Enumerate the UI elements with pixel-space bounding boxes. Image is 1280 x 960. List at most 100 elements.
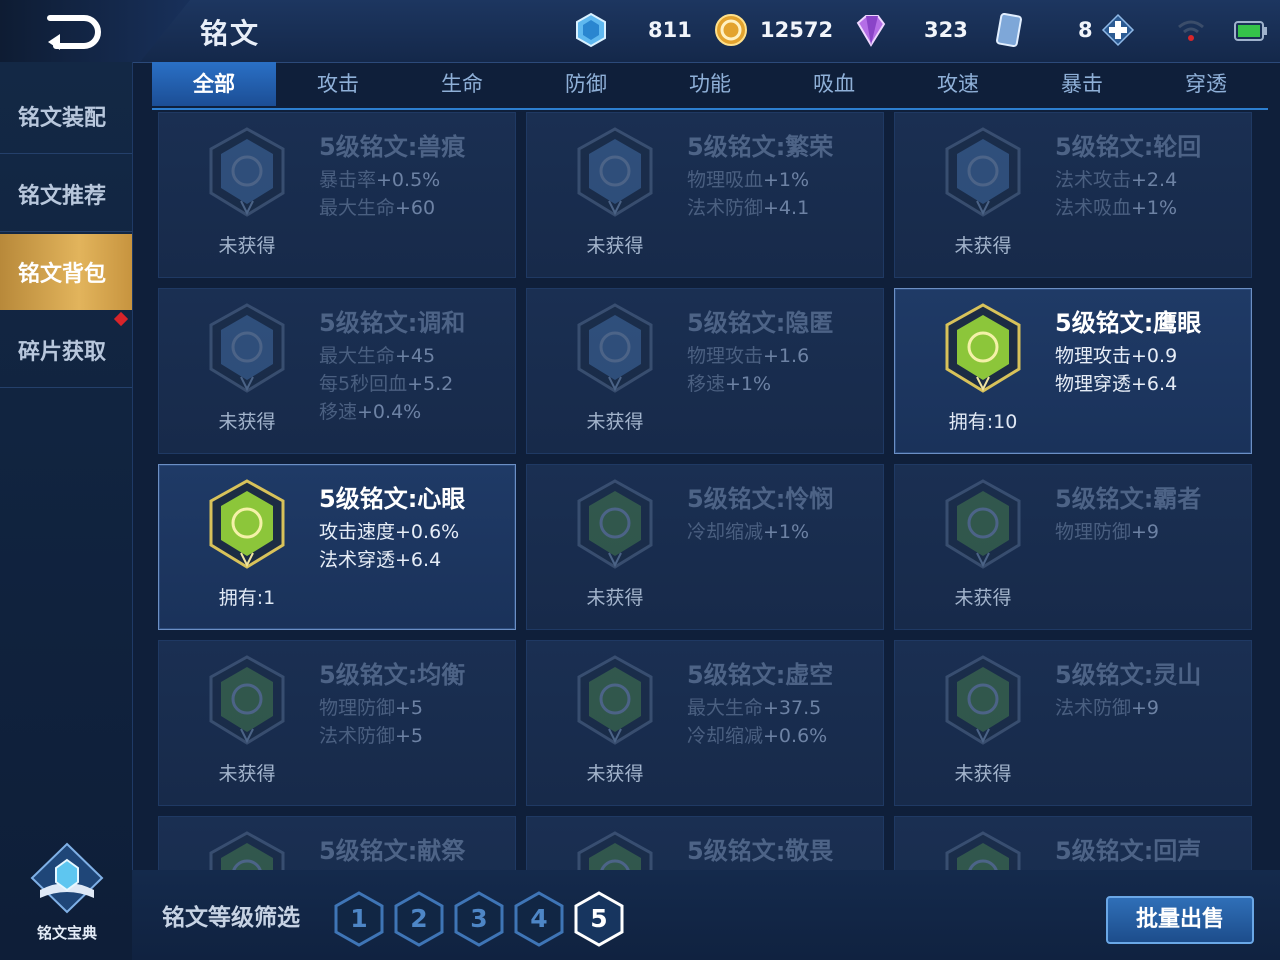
- stat-value: +0.6%: [395, 521, 460, 543]
- stat-value: +0.5%: [376, 169, 441, 191]
- ownership-status: 未获得: [586, 235, 644, 257]
- stat-value: +37.5: [763, 697, 822, 719]
- inscription-name: 5级铭文:繁荣: [687, 133, 834, 161]
- inscription-card[interactable]: 5级铭文:敬畏: [526, 816, 884, 870]
- inscription-card[interactable]: 未获得 5级铭文:灵山 法术防御+9: [894, 640, 1252, 806]
- ownership-status: 拥有:10: [948, 411, 1018, 433]
- inscription-stat: 法术防御+4.1: [687, 193, 809, 220]
- inscription-stat: 每5秒回血+5.2: [319, 369, 453, 396]
- stat-name: 法术穿透: [319, 549, 396, 571]
- sidebar-item-label: 铭文推荐: [18, 183, 107, 209]
- level-filter-2[interactable]: 2: [392, 890, 446, 948]
- ownership-status: 拥有:1: [218, 587, 276, 609]
- inscription-stat: 冷却缩减+1%: [687, 517, 809, 544]
- inscription-card[interactable]: 未获得 5级铭文:兽痕 暴击率+0.5% 最大生命+60: [158, 112, 516, 278]
- inscription-emblem-icon: [577, 655, 653, 745]
- inscription-card[interactable]: 未获得 5级铭文:虚空 最大生命+37.5 冷却缩减+0.6%: [526, 640, 884, 806]
- stat-name: 法术攻击: [1055, 169, 1132, 191]
- stat-value: +1.6: [763, 345, 810, 367]
- stat-value: +1%: [725, 373, 772, 395]
- inscription-name: 5级铭文:献祭: [319, 837, 466, 865]
- inscription-stat: 冷却缩减+0.6%: [687, 721, 827, 748]
- inscription-name: 5级铭文:敬畏: [687, 837, 834, 865]
- inscription-card[interactable]: 未获得 5级铭文:轮回 法术攻击+2.4 法术吸血+1%: [894, 112, 1252, 278]
- inscription-card[interactable]: 未获得 5级铭文:隐匿 物理攻击+1.6 移速+1%: [526, 288, 884, 454]
- crystal-count: 323: [924, 18, 968, 42]
- level-filter-4[interactable]: 4: [512, 890, 566, 948]
- inscription-emblem-icon: [577, 303, 653, 393]
- inscription-card[interactable]: 未获得 5级铭文:调和 最大生命+45 每5秒回血+5.2 移速+0.4%: [158, 288, 516, 454]
- level-number: 2: [410, 904, 428, 933]
- level-filter-3[interactable]: 3: [452, 890, 506, 948]
- tab-critical[interactable]: 暴击: [1020, 62, 1144, 106]
- inscription-stat: 最大生命+45: [319, 341, 435, 368]
- tab-attack-speed[interactable]: 攻速: [896, 62, 1020, 106]
- inscription-emblem-icon: [209, 303, 285, 393]
- inscription-name: 5级铭文:鹰眼: [1055, 309, 1202, 337]
- ownership-status: 未获得: [218, 411, 276, 433]
- inscription-card[interactable]: 5级铭文:回声: [894, 816, 1252, 870]
- back-button[interactable]: [44, 12, 104, 52]
- stat-value: +45: [395, 345, 436, 367]
- gold-resource: 12572: [714, 12, 833, 48]
- level-number: 3: [470, 904, 488, 933]
- inscription-card[interactable]: 未获得 5级铭文:霸者 物理防御+9: [894, 464, 1252, 630]
- stat-value: +0.6%: [763, 725, 828, 747]
- inscription-card[interactable]: 5级铭文:献祭: [158, 816, 516, 870]
- stat-value: +5.2: [407, 373, 454, 395]
- ownership-status: 未获得: [218, 235, 276, 257]
- stat-name: 冷却缩减: [687, 725, 764, 747]
- inscription-emblem-icon: [945, 303, 1021, 393]
- stat-name: 物理防御: [319, 697, 396, 719]
- stat-value: +6.4: [1131, 373, 1178, 395]
- stat-value: +9: [1131, 697, 1160, 719]
- wifi-icon: [1178, 20, 1204, 41]
- bottom-bar: 铭文等级筛选 1 2 3 4 5 批量出售: [132, 870, 1280, 960]
- page-title: 铭文: [200, 17, 261, 50]
- sidebar-item-backpack[interactable]: 铭文背包: [0, 234, 132, 310]
- inscription-card[interactable]: 未获得 5级铭文:均衡 物理防御+5 法术防御+5: [158, 640, 516, 806]
- inscription-emblem-icon: [209, 831, 285, 870]
- level-filter-5[interactable]: 5: [572, 890, 626, 948]
- inscription-stat: 物理穿透+6.4: [1055, 369, 1177, 396]
- stat-value: +5: [395, 725, 424, 747]
- tab-penetration[interactable]: 穿透: [1144, 62, 1268, 106]
- inscription-card[interactable]: 未获得 5级铭文:繁荣 物理吸血+1% 法术防御+4.1: [526, 112, 884, 278]
- inscription-stat: 物理攻击+1.6: [687, 341, 809, 368]
- tab-attack[interactable]: 攻击: [276, 62, 400, 106]
- inscription-stat: 法术防御+9: [1055, 693, 1159, 720]
- stat-name: 法术防御: [687, 197, 764, 219]
- ownership-status: 未获得: [586, 411, 644, 433]
- inscription-emblem-icon: [209, 655, 285, 745]
- tab-defense[interactable]: 防御: [524, 62, 648, 106]
- inscription-card[interactable]: 拥有:1 5级铭文:心眼 攻击速度+0.6% 法术穿透+6.4: [158, 464, 516, 630]
- tab-utility[interactable]: 功能: [648, 62, 772, 106]
- stat-name: 物理吸血: [687, 169, 764, 191]
- stat-value: +0.4%: [357, 401, 422, 423]
- tab-all[interactable]: 全部: [152, 62, 276, 106]
- sidebar-item-fragments[interactable]: 碎片获取: [0, 312, 132, 388]
- tab-health[interactable]: 生命: [400, 62, 524, 106]
- level-number: 4: [530, 904, 548, 933]
- inscription-emblem-icon: [945, 655, 1021, 745]
- ownership-status: 未获得: [954, 763, 1012, 785]
- ownership-status: 未获得: [954, 235, 1012, 257]
- codex-button[interactable]: 铭文宝典: [24, 838, 110, 943]
- inscription-card[interactable]: 拥有:10 5级铭文:鹰眼 物理攻击+0.9 物理穿透+6.4: [894, 288, 1252, 454]
- inscription-stat: 移速+0.4%: [319, 397, 421, 424]
- bulk-sell-button[interactable]: 批量出售: [1106, 896, 1254, 944]
- stat-name: 最大生命: [319, 345, 396, 367]
- stat-name: 物理防御: [1055, 521, 1132, 543]
- sidebar-item-recommend[interactable]: 铭文推荐: [0, 156, 132, 232]
- sidebar-item-equip[interactable]: 铭文装配: [0, 78, 132, 154]
- stat-value: +60: [395, 197, 436, 219]
- level-filter-1[interactable]: 1: [332, 890, 386, 948]
- sidebar-item-label: 铭文装配: [18, 105, 107, 131]
- tab-lifesteal[interactable]: 吸血: [772, 62, 896, 106]
- inscription-card[interactable]: 未获得 5级铭文:怜悯 冷却缩减+1%: [526, 464, 884, 630]
- sidebar: 铭文装配 铭文推荐 铭文背包 碎片获取: [0, 62, 133, 960]
- add-plus-icon[interactable]: [1101, 13, 1135, 47]
- inscription-name: 5级铭文:轮回: [1055, 133, 1202, 161]
- inscription-stat: 物理吸血+1%: [687, 165, 809, 192]
- stat-value: +1%: [1131, 197, 1178, 219]
